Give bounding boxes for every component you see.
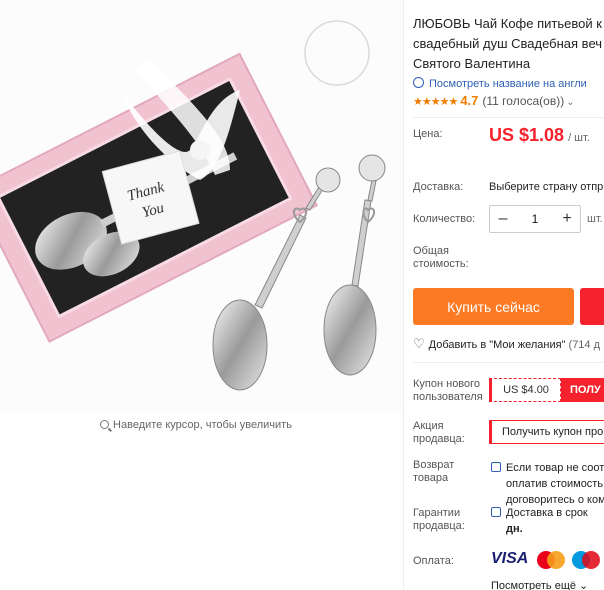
see-more-payment-link[interactable]: Посмотреть ещё ⌄ (491, 579, 588, 590)
star-rating-icon: ★★★★★ (413, 96, 458, 108)
quantity-label: Количество: (413, 213, 476, 225)
visa-icon: VISA (491, 550, 529, 567)
delivery-label: Доставка: (413, 181, 464, 193)
seller-promo-label: Акция продавца: (413, 420, 465, 445)
returns-label: Возврат товара (413, 459, 455, 484)
zoom-hint: Наведите курсор, чтобы увеличить (0, 419, 392, 431)
product-photo: Thank You (0, 0, 404, 412)
seller-coupon-button[interactable]: Получить купон про (489, 420, 604, 444)
product-title: ЛЮБОВЬ Чай Кофе питьевой к свадебный душ… (413, 16, 603, 71)
total-label: Общая стоимость: (413, 245, 469, 270)
chevron-down-icon: ⌄ (579, 580, 589, 590)
decrease-button[interactable]: – (490, 206, 516, 232)
coupon-amount: US $4.00 (489, 378, 561, 402)
divider (413, 117, 604, 118)
chevron-down-icon: ⌄ (566, 97, 575, 108)
divider (403, 0, 404, 590)
new-user-coupon-label: Купон нового пользователя (413, 378, 483, 403)
maestro-icon (572, 551, 600, 569)
increase-button[interactable]: + (554, 206, 580, 232)
guarantee-text: Доставка в срок дн. (506, 507, 588, 535)
quantity-input[interactable]: 1 (516, 206, 554, 232)
payment-label: Оплата: (413, 555, 454, 567)
globe-icon (413, 77, 424, 88)
price: US $1.08/ шт. (489, 125, 590, 145)
magnifier-icon (100, 420, 110, 429)
heart-icon: ♡ (413, 336, 425, 351)
product-image[interactable]: Thank You (0, 0, 404, 412)
mastercard-icon (537, 551, 565, 569)
guarantee-label: Гарантии продавца: (413, 507, 465, 532)
return-policy-icon (491, 462, 501, 472)
translate-link[interactable]: Посмотреть название на англи (413, 77, 587, 90)
delivery-country-select[interactable]: Выберите страну отпр (489, 181, 603, 193)
wishlist-link[interactable]: ♡ Добавить в "Мои желания" (714 д (413, 336, 600, 352)
rating[interactable]: ★★★★★ 4.7 (11 голоса(ов)) ⌄ (413, 93, 575, 108)
shield-icon (491, 507, 501, 517)
quantity-unit: шт. (587, 213, 603, 225)
quantity-stepper[interactable]: – 1 + (489, 205, 581, 233)
add-to-cart-button[interactable] (580, 288, 604, 325)
returns-text: Если товар не соотв оплатив стоимость до… (506, 462, 604, 506)
get-coupon-button[interactable]: ПОЛУ (561, 378, 604, 402)
price-label: Цена: (413, 128, 443, 140)
buy-now-button[interactable]: Купить сейчас (413, 288, 574, 325)
divider (413, 362, 604, 363)
